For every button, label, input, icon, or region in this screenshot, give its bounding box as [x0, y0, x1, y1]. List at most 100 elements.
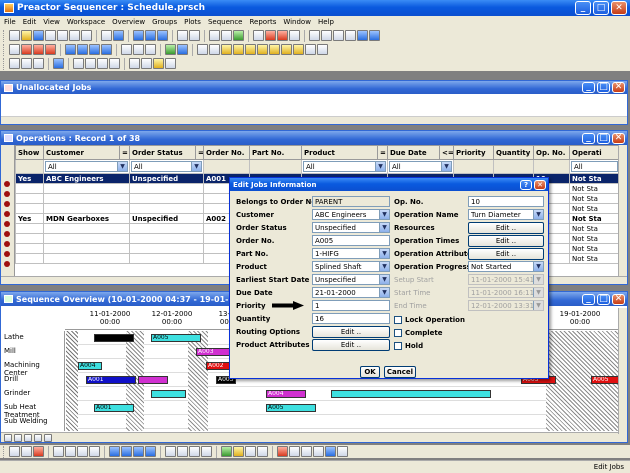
- check-icon[interactable]: [221, 446, 232, 457]
- search-icon[interactable]: [24, 433, 32, 442]
- tool-g-icon[interactable]: [89, 446, 100, 457]
- col-part-no[interactable]: Part No.: [249, 145, 302, 160]
- close-icon[interactable]: ✕: [612, 293, 625, 305]
- tool-d-icon[interactable]: [53, 446, 64, 457]
- gantt-bar[interactable]: A001: [94, 404, 134, 412]
- props-icon[interactable]: [245, 446, 256, 457]
- copy-job-icon[interactable]: [65, 44, 76, 55]
- forward-icon[interactable]: [177, 44, 188, 55]
- chart-icon[interactable]: [177, 30, 188, 41]
- paste-job-icon[interactable]: [77, 44, 88, 55]
- minimize-icon[interactable]: _: [582, 293, 595, 305]
- align-icon[interactable]: [189, 446, 200, 457]
- zoom-in-icon[interactable]: [14, 433, 22, 442]
- maximize-icon[interactable]: □: [593, 1, 609, 15]
- undo-icon[interactable]: [69, 30, 80, 41]
- gantt-bar[interactable]: A004: [266, 390, 306, 398]
- col-show[interactable]: Show: [15, 145, 44, 160]
- earliest-start-select[interactable]: Unspecified ▼: [312, 274, 390, 285]
- checkbox-icon[interactable]: [394, 341, 402, 350]
- user-2-icon[interactable]: [269, 44, 280, 55]
- report-icon[interactable]: [129, 58, 140, 69]
- menu-help[interactable]: Help: [318, 18, 334, 26]
- tool-e-icon[interactable]: [65, 446, 76, 457]
- gantt-bar[interactable]: A004: [78, 362, 102, 370]
- col-due-date[interactable]: Due Date: [387, 145, 440, 160]
- view-3-icon[interactable]: [145, 44, 156, 55]
- calendar-icon[interactable]: [21, 58, 32, 69]
- list-icon[interactable]: [157, 30, 168, 41]
- sequence-icon[interactable]: [165, 44, 176, 55]
- close-icon[interactable]: ✕: [612, 132, 625, 144]
- hbars-icon[interactable]: [325, 446, 336, 457]
- minimize-icon[interactable]: _: [582, 82, 595, 93]
- col-quantity[interactable]: Quantity: [493, 145, 534, 160]
- tool-a-icon[interactable]: [9, 446, 20, 457]
- menu-groups[interactable]: Groups: [152, 18, 177, 26]
- gantt-bar[interactable]: [331, 390, 491, 398]
- operation-name-select[interactable]: Turn Diameter ▼: [468, 209, 544, 220]
- eraser-icon[interactable]: [265, 30, 276, 41]
- merge-icon[interactable]: [101, 44, 112, 55]
- quantity-input[interactable]: 16: [312, 313, 390, 324]
- frame-icon[interactable]: [301, 446, 312, 457]
- link-icon[interactable]: [73, 58, 84, 69]
- delete-icon[interactable]: [109, 58, 120, 69]
- filter-icon[interactable]: [209, 44, 220, 55]
- ok-button[interactable]: OK: [360, 366, 380, 378]
- checkbox-icon[interactable]: [394, 315, 402, 324]
- col-order-status-op[interactable]: =: [195, 145, 204, 160]
- order-no-input[interactable]: A005: [312, 235, 390, 246]
- menu-sequence[interactable]: Sequence: [208, 18, 243, 26]
- close-icon[interactable]: ✕: [612, 82, 625, 93]
- priority-input[interactable]: 1: [312, 300, 390, 311]
- new-icon[interactable]: [9, 30, 20, 41]
- col-order-status[interactable]: Order Status: [129, 145, 196, 160]
- print-setup-icon[interactable]: [9, 44, 20, 55]
- distribute-icon[interactable]: [201, 446, 212, 457]
- vertical-scrollbar[interactable]: [618, 145, 627, 278]
- gantt-bar[interactable]: A001: [86, 376, 136, 384]
- tool-b-icon[interactable]: [21, 446, 32, 457]
- redo-icon[interactable]: [81, 30, 92, 41]
- view-2-icon[interactable]: [133, 44, 144, 55]
- people-icon[interactable]: [233, 44, 244, 55]
- view-1-icon[interactable]: [121, 44, 132, 55]
- globe-icon[interactable]: [233, 30, 244, 41]
- minimize-icon[interactable]: _: [575, 1, 591, 15]
- horizontal-scrollbar[interactable]: [1, 116, 627, 124]
- search-icon[interactable]: [209, 30, 220, 41]
- operation-times-button[interactable]: Edit ..: [468, 235, 544, 247]
- camera-icon[interactable]: [153, 58, 164, 69]
- close-icon[interactable]: ✕: [611, 1, 627, 15]
- table-icon[interactable]: [145, 30, 156, 41]
- split-icon[interactable]: [89, 44, 100, 55]
- resource-icon[interactable]: [45, 44, 56, 55]
- binoculars-icon[interactable]: [197, 44, 208, 55]
- calc-icon[interactable]: [221, 30, 232, 41]
- menu-edit[interactable]: Edit: [23, 18, 37, 26]
- menu-plots[interactable]: Plots: [184, 18, 201, 26]
- window-icon[interactable]: [357, 30, 368, 41]
- product-attributes-button[interactable]: Edit ..: [312, 339, 390, 351]
- customer-filter[interactable]: All ▼: [45, 161, 128, 172]
- scroll-right-icon[interactable]: [34, 433, 42, 442]
- complete-checkbox[interactable]: Complete: [394, 326, 544, 339]
- checkbox-icon[interactable]: [394, 328, 402, 337]
- gantt-bar[interactable]: [138, 376, 168, 384]
- save-icon[interactable]: [33, 30, 44, 41]
- preview-icon[interactable]: [57, 30, 68, 41]
- order-status-filter[interactable]: All ▼: [131, 161, 202, 172]
- resources-button[interactable]: Edit ..: [468, 222, 544, 234]
- job-icon[interactable]: [21, 44, 32, 55]
- operation-filter[interactable]: All: [571, 161, 618, 172]
- col-priority[interactable]: Priority: [453, 145, 494, 160]
- lock-operation-checkbox[interactable]: Lock Operation: [394, 313, 544, 326]
- export-icon[interactable]: [165, 58, 176, 69]
- operation-progress-select[interactable]: Not Started ▼: [468, 261, 544, 272]
- play-icon[interactable]: [133, 446, 144, 457]
- customer-select[interactable]: ABC Engineers ▼: [312, 209, 390, 220]
- zoom-out-icon[interactable]: [4, 433, 12, 442]
- page-icon[interactable]: [313, 446, 324, 457]
- menu-window[interactable]: Window: [283, 18, 311, 26]
